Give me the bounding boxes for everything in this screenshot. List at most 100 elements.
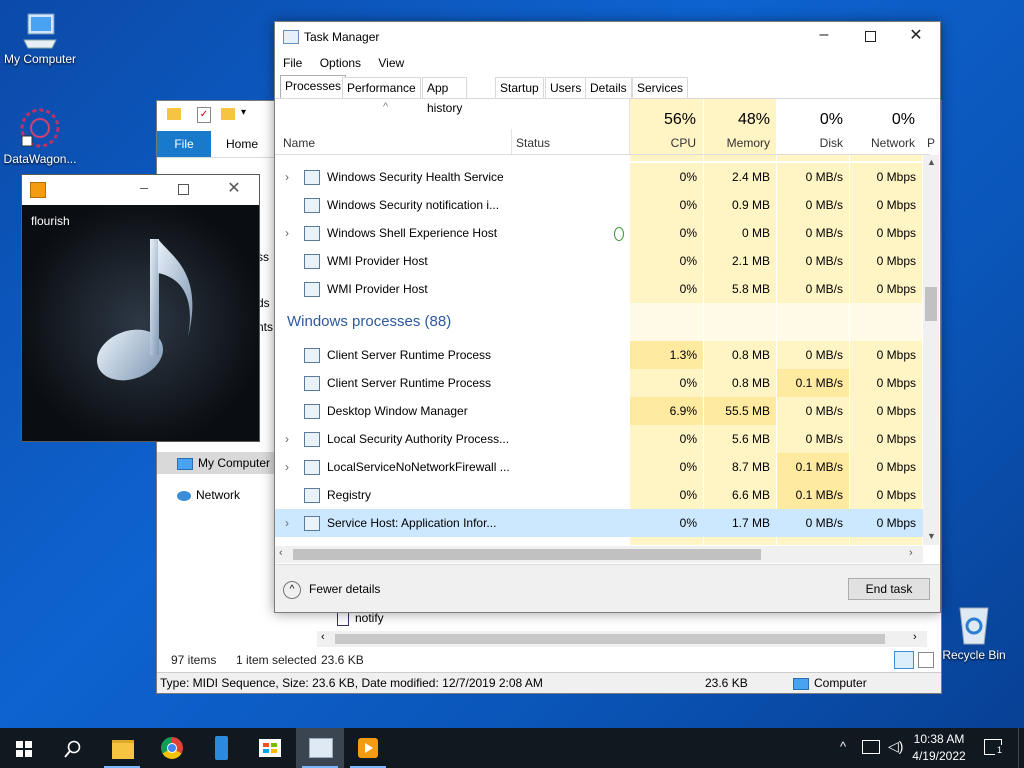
notification-center-icon[interactable]: 1 — [984, 739, 1005, 755]
fewer-details-button[interactable]: ^ Fewer details — [283, 579, 380, 599]
expand-chevron-icon[interactable]: › — [285, 509, 289, 537]
maximize-icon[interactable] — [865, 31, 876, 42]
column-power[interactable]: P — [927, 136, 935, 150]
maximize-icon[interactable] — [178, 184, 189, 195]
scroll-left-icon[interactable]: ‹ — [321, 631, 325, 643]
folder-icon — [167, 108, 181, 120]
task-manager-window[interactable]: Task Manager – ✕ File Options View Proce… — [274, 21, 941, 613]
minimize-icon[interactable]: – — [134, 179, 154, 199]
fewer-details-label: Fewer details — [309, 582, 381, 596]
desktop-icon-recycle-bin[interactable]: Recycle Bin — [934, 602, 1014, 662]
scroll-down-icon[interactable]: ▼ — [927, 531, 936, 541]
volume-tray-icon[interactable]: ◁) — [888, 738, 903, 755]
process-row[interactable]: › Windows Shell Experience Host 0% 0 MB 0 MB… — [275, 219, 930, 247]
process-row[interactable]: › LocalServiceNoNetworkFirewall ... 0% 8.7 … — [275, 453, 930, 481]
column-disk[interactable]: Disk — [777, 136, 843, 150]
expand-chevron-icon[interactable]: › — [285, 425, 289, 453]
process-row[interactable]: Desktop Window Manager 6.9% 55.5 MB 0 MB/s 0… — [275, 397, 930, 425]
large-icons-view-icon[interactable] — [918, 652, 934, 668]
datawagon-icon — [18, 106, 62, 150]
process-icon — [304, 376, 320, 391]
minimize-icon[interactable]: – — [812, 26, 836, 48]
taskbar-chrome[interactable] — [148, 728, 196, 768]
clock-time[interactable]: 10:38 AM — [913, 732, 965, 746]
process-row[interactable]: › Windows Security Health Service 0% 2.4 MB… — [275, 163, 930, 191]
details-text: Type: MIDI Sequence, Size: 23.6 KB, Date… — [160, 676, 543, 690]
process-row[interactable]: Registry 0% 6.6 MB 0.1 MB/s 0 Mbps — [275, 481, 930, 509]
tab-app-history[interactable]: App history — [422, 77, 468, 115]
chevron-down-icon[interactable]: ▾ — [241, 107, 246, 118]
process-row[interactable]: Client Server Runtime Process 0% 0.8 MB 0.1… — [275, 369, 930, 397]
process-row[interactable]: Client Server Runtime Process 1.3% 0.8 MB 0… — [275, 341, 930, 369]
show-desktop-button[interactable] — [1018, 728, 1024, 768]
network-tray-icon[interactable] — [862, 740, 880, 754]
process-disk-cell: 0 MB/s — [777, 247, 849, 275]
details-view-icon[interactable] — [894, 651, 914, 669]
end-task-button[interactable]: End task — [848, 578, 930, 600]
explorer-home-tab[interactable]: Home — [217, 131, 267, 157]
process-row[interactable]: Windows Security notification i... 0% 0.9 … — [275, 191, 930, 219]
menu-file[interactable]: File — [283, 56, 302, 70]
desktop-icon-my-computer[interactable]: My Computer — [0, 10, 80, 66]
show-hidden-icons-chevron[interactable]: ^ — [840, 739, 846, 754]
nav-item-network[interactable]: Network — [177, 484, 240, 506]
taskbar-phone-app[interactable] — [198, 728, 246, 768]
taskbar-file-explorer[interactable] — [98, 728, 146, 768]
media-player-window[interactable]: – ✕ flourish — [21, 174, 260, 442]
column-network[interactable]: Network — [849, 136, 915, 150]
process-row[interactable]: › Local Security Authority Process... 0% 5.… — [275, 425, 930, 453]
tab-performance[interactable]: Performance — [342, 77, 421, 98]
search-button[interactable] — [48, 728, 96, 768]
horizontal-scrollbar[interactable]: ‹ › — [275, 546, 923, 563]
checkmark-icon[interactable]: ✓ — [197, 107, 211, 123]
group-header-row[interactable]: Windows processes (88) — [275, 303, 930, 341]
column-memory[interactable]: Memory — [704, 136, 770, 150]
disk-total[interactable]: 0% — [777, 111, 843, 129]
taskbar-task-manager[interactable] — [296, 728, 344, 768]
close-icon[interactable]: ✕ — [224, 178, 244, 198]
tab-services[interactable]: Services — [632, 77, 689, 98]
nav-item-my-computer[interactable]: My Computer — [157, 452, 275, 474]
process-icon — [304, 198, 320, 213]
desktop-icon-datawagon[interactable]: DataWagon... — [0, 106, 80, 166]
scroll-up-icon[interactable]: ▲ — [927, 157, 936, 167]
explorer-file-tab[interactable]: File — [157, 131, 211, 157]
tab-details[interactable]: Details — [585, 77, 632, 98]
scroll-thumb[interactable] — [335, 634, 885, 644]
column-status[interactable]: Status — [516, 136, 550, 150]
cpu-total[interactable]: 56% — [630, 111, 696, 129]
process-row[interactable]: WMI Provider Host 0% 5.8 MB 0 MB/s 0 Mbps — [275, 275, 930, 303]
sort-arrow-icon[interactable]: ^ — [383, 101, 388, 113]
scroll-right-icon[interactable]: › — [909, 547, 913, 559]
scroll-right-icon[interactable]: › — [913, 631, 917, 643]
vertical-scrollbar[interactable]: ▲ ▼ — [923, 155, 939, 545]
folder-icon[interactable] — [221, 108, 235, 120]
taskbar-media-player[interactable] — [344, 728, 392, 768]
scroll-thumb[interactable] — [925, 287, 937, 321]
column-name[interactable]: Name — [283, 136, 315, 150]
horizontal-scrollbar[interactable]: ‹ › — [317, 631, 927, 647]
memory-total[interactable]: 48% — [704, 111, 770, 129]
taskbar-store[interactable] — [246, 728, 294, 768]
network-total[interactable]: 0% — [849, 111, 915, 129]
task-manager-titlebar[interactable]: Task Manager – ✕ — [275, 22, 940, 52]
expand-chevron-icon[interactable]: › — [285, 453, 289, 481]
clock-date[interactable]: 4/19/2022 — [911, 749, 967, 763]
process-cpu-cell: 0% — [630, 247, 703, 275]
scroll-thumb[interactable] — [293, 549, 761, 560]
process-name: LocalServiceNoNetworkFirewall ... — [327, 460, 510, 474]
media-player-titlebar[interactable]: – ✕ — [22, 175, 259, 205]
process-row[interactable]: WMI Provider Host 0% 2.1 MB 0 MB/s 0 Mbps — [275, 247, 930, 275]
expand-chevron-icon[interactable]: › — [285, 219, 289, 247]
menu-options[interactable]: Options — [320, 56, 361, 70]
close-icon[interactable]: ✕ — [905, 25, 927, 47]
menu-view[interactable]: View — [378, 56, 404, 70]
tab-processes[interactable]: Processes — [280, 75, 347, 99]
tab-users[interactable]: Users — [545, 77, 587, 98]
column-cpu[interactable]: CPU — [630, 136, 696, 150]
start-button[interactable] — [0, 728, 48, 768]
scroll-left-icon[interactable]: ‹ — [279, 547, 283, 559]
tab-startup[interactable]: Startup — [495, 77, 544, 98]
process-row[interactable]: › Service Host: Application Infor... 0% 1.7… — [275, 509, 930, 537]
expand-chevron-icon[interactable]: › — [285, 163, 289, 191]
